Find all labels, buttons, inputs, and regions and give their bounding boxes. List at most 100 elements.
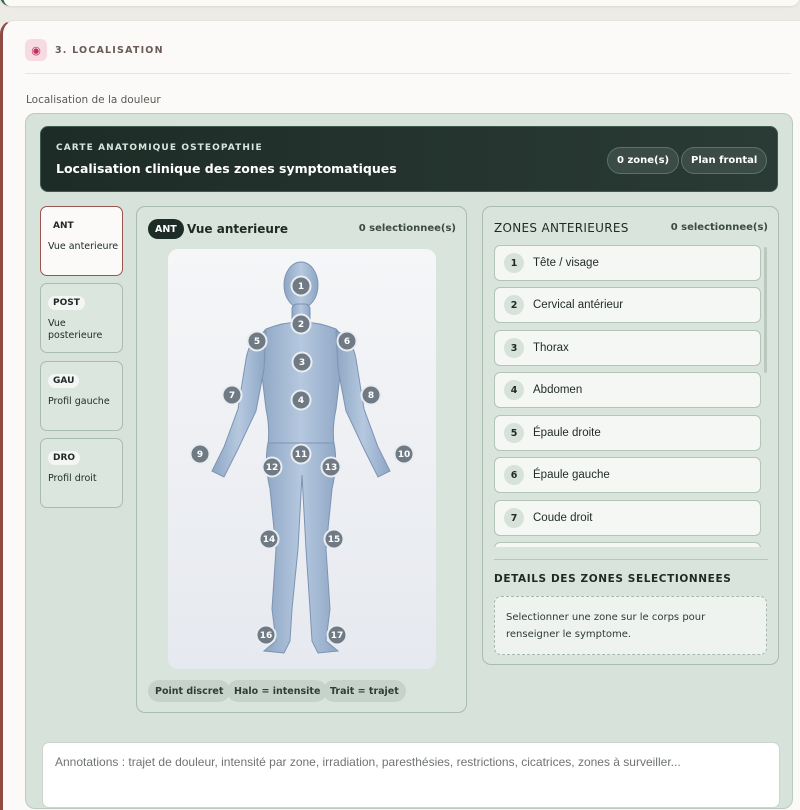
zone-number: 3 (504, 338, 524, 358)
zone-number: 6 (504, 465, 524, 485)
body-marker-12[interactable]: 12 (261, 456, 283, 478)
details-empty-state: Selectionner une zone sur le corps pour … (494, 596, 767, 655)
body-view-title: Vue anterieure (187, 222, 289, 236)
body-marker-7[interactable]: 7 (221, 384, 243, 406)
legend-trail: Trait = trajet (323, 680, 406, 702)
body-marker-17[interactable]: 17 (326, 624, 348, 646)
banner-title: Localisation clinique des zones symptoma… (56, 161, 397, 176)
view-code: DRO (48, 451, 81, 465)
section-title: 3. LOCALISATION (55, 44, 164, 56)
previous-section-card (0, 0, 800, 6)
zone-number: 7 (504, 508, 524, 528)
body-map-icon: ◉ (25, 39, 47, 61)
body-marker-label: 6 (344, 337, 350, 347)
body-marker-label: 14 (263, 535, 276, 545)
banner-kicker: CARTE ANATOMIQUE OSTEOPATHIE (56, 143, 263, 153)
view-tab-anterior[interactable]: ANT Vue anterieure (40, 206, 123, 276)
body-marker-11[interactable]: 11 (290, 443, 312, 465)
view-label: Vue posterieure (48, 318, 103, 341)
zone-count-badge: 0 zone(s) (607, 147, 680, 174)
body-view-panel: ANT Vue anterieure 0 selectionnee(s) 1 2… (136, 206, 467, 713)
body-marker-14[interactable]: 14 (258, 528, 280, 550)
view-code: POST (48, 296, 85, 310)
body-marker-13[interactable]: 13 (320, 456, 342, 478)
zone-label: Thorax (533, 342, 569, 354)
body-selection-count: 0 selectionnee(s) (358, 223, 456, 234)
legend-point: Point discret (148, 680, 231, 702)
zone-item[interactable]: 3 Thorax (494, 330, 761, 366)
body-marker-label: 7 (229, 391, 235, 401)
zone-item[interactable]: 5 Épaule droite (494, 415, 761, 451)
anatomy-figure-svg: 12345 67 89 101112 1314 1516 17 (189, 261, 415, 654)
zone-item[interactable]: 1 Tête / visage (494, 245, 761, 281)
zone-number: 1 (504, 253, 524, 273)
anatomy-banner: CARTE ANATOMIQUE OSTEOPATHIE Localisatio… (40, 126, 778, 192)
view-tab-posterior[interactable]: POST Vue posterieure (40, 283, 123, 353)
field-label: Localisation de la douleur (26, 94, 161, 106)
zone-item-partial[interactable] (494, 542, 761, 547)
view-label: Vue anterieure (48, 241, 119, 252)
view-tab-left-profile[interactable]: GAU Profil gauche (40, 361, 123, 431)
body-marker-16[interactable]: 16 (255, 624, 277, 646)
body-map-container: CARTE ANATOMIQUE OSTEOPATHIE Localisatio… (25, 113, 793, 809)
view-code: GAU (48, 374, 80, 388)
view-badge: ANT (148, 219, 184, 239)
view-label: Profil gauche (48, 396, 110, 407)
body-marker-1[interactable]: 1 (290, 275, 312, 297)
zone-item[interactable]: 6 Épaule gauche (494, 457, 761, 493)
zone-item[interactable]: 4 Abdomen (494, 372, 761, 408)
zone-item[interactable]: 2 Cervical antérieur (494, 287, 761, 323)
body-marker-label: 10 (398, 450, 411, 460)
body-marker-label: 13 (325, 463, 338, 473)
zone-number: 2 (504, 295, 524, 315)
body-marker-label: 15 (328, 535, 341, 545)
section-header: ◉ 3. LOCALISATION (25, 39, 164, 61)
body-marker-2[interactable]: 2 (290, 313, 312, 335)
body-marker-8[interactable]: 8 (360, 384, 382, 406)
zone-label: Épaule droite (533, 427, 601, 439)
details-title: DETAILS DES ZONES SELECTIONNEES (494, 573, 732, 585)
body-marker-3[interactable]: 3 (291, 351, 313, 373)
body-marker-label: 1 (298, 282, 304, 292)
view-tab-right-profile[interactable]: DRO Profil droit (40, 438, 123, 508)
body-marker-9[interactable]: 9 (189, 443, 211, 465)
view-code: ANT (53, 221, 74, 231)
zone-label: Abdomen (533, 384, 583, 396)
body-figure: 1 2 3 4 5 6 7 8 9 10 11 12 13 14 15 16 17 (168, 249, 436, 669)
zones-divider (494, 559, 768, 560)
zone-list-scrollbar[interactable] (764, 247, 767, 373)
body-marker-label: 4 (298, 396, 304, 406)
body-marker-label: 9 (197, 450, 203, 460)
zones-selection-count: 0 selectionnee(s) (670, 222, 768, 233)
body-marker-6[interactable]: 6 (336, 330, 358, 352)
plane-badge: Plan frontal (681, 147, 768, 174)
body-marker-label: 11 (295, 450, 308, 460)
body-marker-4[interactable]: 4 (290, 389, 312, 411)
localisation-section: ◉ 3. LOCALISATION Localisation de la dou… (0, 20, 800, 810)
zone-list[interactable]: 1 Tête / visage 2 Cervical antérieur 3 Thor… (494, 245, 761, 547)
details-text: Selectionner une zone sur le corps pour … (506, 612, 706, 640)
zone-item[interactable]: 7 Coude droit (494, 500, 761, 536)
body-marker-label: 2 (298, 320, 304, 330)
body-marker-5[interactable]: 5 (246, 330, 268, 352)
annotations-textarea[interactable] (42, 742, 780, 808)
zone-label: Tête / visage (533, 257, 599, 269)
body-marker-label: 17 (331, 631, 344, 641)
body-marker-label: 3 (299, 358, 305, 368)
zone-label: Épaule gauche (533, 469, 610, 481)
zone-number: 5 (504, 423, 524, 443)
legend-halo: Halo = intensite (227, 680, 328, 702)
body-marker-label: 5 (254, 337, 260, 347)
zone-label: Cervical antérieur (533, 299, 624, 311)
zone-number: 4 (504, 380, 524, 400)
body-marker-label: 16 (260, 631, 273, 641)
body-marker-label: 12 (266, 463, 279, 473)
body-marker-label: 8 (368, 391, 374, 401)
view-label: Profil droit (48, 473, 97, 484)
zones-title: ZONES ANTERIEURES (494, 221, 629, 235)
section-divider (25, 73, 791, 74)
body-marker-15[interactable]: 15 (323, 528, 345, 550)
zone-label: Coude droit (533, 512, 593, 524)
body-marker-10[interactable]: 10 (393, 443, 415, 465)
zones-panel: ZONES ANTERIEURES 0 selectionnee(s) 1 Têt… (482, 206, 779, 665)
